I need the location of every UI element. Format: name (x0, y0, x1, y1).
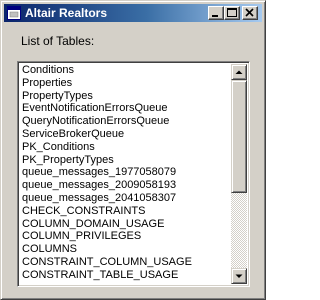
close-icon (245, 8, 254, 17)
table-list-item[interactable]: queue_messages_1977058079 (20, 166, 231, 179)
table-list-item[interactable]: PK_PropertyTypes (20, 154, 231, 167)
scroll-up-arrow-icon (235, 70, 243, 74)
scroll-down-arrow-icon (235, 274, 243, 278)
table-list-item[interactable]: Conditions (20, 64, 231, 77)
maximize-icon (227, 8, 237, 17)
window-title: Altair Realtors (25, 6, 108, 20)
table-list-item[interactable]: QueryNotificationErrorsQueue (20, 115, 231, 128)
table-list-item[interactable]: PropertyTypes (20, 90, 231, 103)
window-app-icon[interactable] (7, 6, 21, 20)
scroll-up-button[interactable] (231, 64, 247, 80)
list-of-tables-label: List of Tables: (21, 34, 95, 48)
main-window: Altair Realtors List of Tables: Conditio… (0, 0, 266, 300)
table-list-item[interactable]: Properties (20, 77, 231, 90)
tables-listbox[interactable]: Conditions Properties PropertyTypes EventNo… (17, 61, 250, 287)
table-list-item[interactable]: COLUMN_DOMAIN_USAGE (20, 218, 231, 231)
vertical-scrollbar[interactable] (231, 64, 247, 284)
table-list-item[interactable]: CHECK_CONSTRAINTS (20, 205, 231, 218)
title-bar[interactable]: Altair Realtors (4, 4, 262, 22)
table-list-item[interactable]: CONSTRAINT_COLUMN_USAGE (20, 256, 231, 269)
table-list-item[interactable]: COLUMNS (20, 243, 231, 256)
tables-list[interactable]: Conditions Properties PropertyTypes EventNo… (20, 64, 231, 284)
table-list-item[interactable]: queue_messages_2009058193 (20, 179, 231, 192)
minimize-icon (212, 15, 218, 17)
minimize-button[interactable] (208, 6, 224, 20)
table-list-item[interactable]: queue_messages_2041058307 (20, 192, 231, 205)
table-list-item[interactable]: PK_Conditions (20, 141, 231, 154)
close-button[interactable] (242, 6, 258, 20)
table-list-item[interactable]: EventNotificationErrorsQueue (20, 102, 231, 115)
table-list-item[interactable]: CONSTRAINT_TABLE_USAGE (20, 269, 231, 282)
table-list-item[interactable]: ServiceBrokerQueue (20, 128, 231, 141)
scroll-down-button[interactable] (231, 268, 247, 284)
maximize-button[interactable] (224, 6, 240, 20)
scrollbar-thumb[interactable] (231, 80, 247, 193)
table-list-item[interactable]: COLUMN_PRIVILEGES (20, 230, 231, 243)
